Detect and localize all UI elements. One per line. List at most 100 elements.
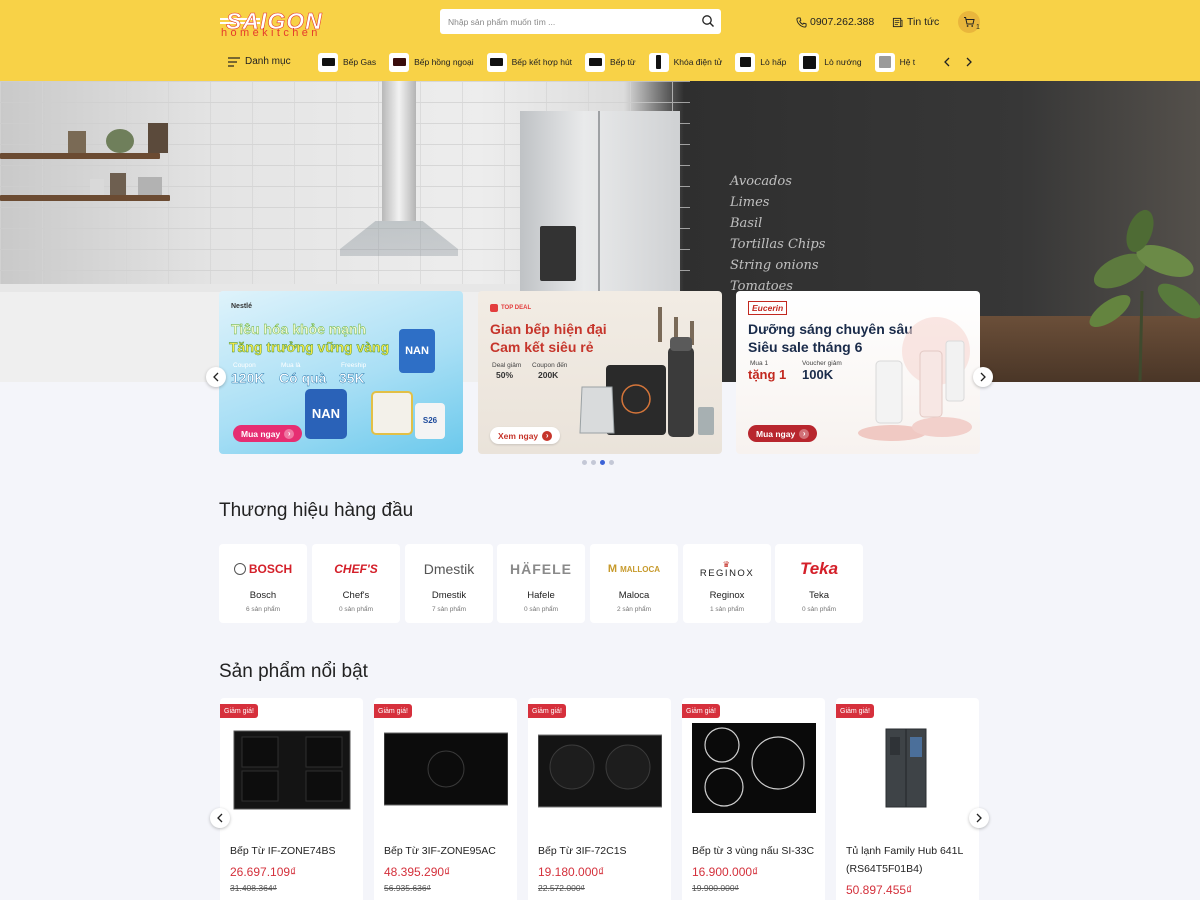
- category-list: Bếp Gas Bếp hồng ngoại Bếp kết hợp hút B…: [318, 52, 926, 72]
- product-image: [538, 734, 662, 808]
- brand-card-teka[interactable]: Teka Teka 0 sản phẩm: [775, 544, 863, 623]
- sale-badge: Giảm giá!: [528, 704, 566, 718]
- search-box: [440, 9, 721, 34]
- promo-card-nestle[interactable]: Nestlé Tiêu hóa khỏe mạnh Tăng trưởng vữ…: [219, 291, 463, 454]
- chevron-left-icon: [217, 813, 223, 823]
- category-item-bep-gas[interactable]: Bếp Gas: [318, 52, 376, 72]
- product-can-image: [371, 391, 413, 435]
- brand-name: Hafele: [527, 590, 555, 601]
- offer-value: 200K: [538, 370, 559, 380]
- product-image: [384, 732, 508, 806]
- product-card[interactable]: Giảm giá! Tủ lạnh Family Hub 641L (RS64T…: [836, 698, 979, 900]
- product-name[interactable]: Tủ lạnh Family Hub 641L (RS64T5F01B4): [846, 842, 976, 878]
- shop-now-button[interactable]: Mua ngay ›: [233, 425, 303, 442]
- brand-product-count: 0 sản phẩm: [339, 606, 373, 613]
- product-name[interactable]: Bếp từ 3 vùng nấu SI-33C: [692, 842, 822, 860]
- promo-title: Tiêu hóa khỏe mạnh: [231, 321, 367, 337]
- chefs-logo: CHEF'S: [334, 562, 378, 576]
- banner-next-button[interactable]: [973, 367, 993, 387]
- menu-icon: [228, 56, 240, 67]
- category-label: Bếp Gas: [343, 57, 377, 67]
- product-card[interactable]: Giảm giá! Bếp Từ 3IF-72C1S 19.180.000₫ 2…: [528, 698, 671, 900]
- category-menu-button[interactable]: Danh mục: [228, 56, 291, 67]
- pagination-dot[interactable]: [591, 460, 596, 465]
- category-item-lo-hap[interactable]: Lò hấp: [735, 52, 786, 72]
- product-card[interactable]: Giảm giá! Bếp Từ 3IF-ZONE95AC 48.395.290…: [374, 698, 517, 900]
- chevron-right-icon: [976, 813, 982, 823]
- promo-card-eucerin[interactable]: Eucerin Dưỡng sáng chuyên sâu Siêu sale …: [736, 291, 980, 454]
- hotline-link[interactable]: 0907.262.388: [796, 15, 874, 29]
- category-item-khoa-dien-tu[interactable]: Khóa điện tử: [648, 52, 723, 72]
- category-item-lo-nuong[interactable]: Lò nướng: [799, 52, 862, 72]
- brand-card-reginox[interactable]: ♛ REGINOX Reginox 1 sản phẩm: [683, 544, 771, 623]
- brand-product-count: 0 sản phẩm: [524, 606, 558, 613]
- brand-name: Dmestik: [431, 590, 467, 601]
- category-item-he-t[interactable]: Hệ t: [874, 52, 915, 72]
- product-image: [233, 730, 351, 810]
- product-can-image: NAN: [399, 329, 435, 373]
- brand-card-bosch[interactable]: BOSCH Bosch 6 sản phẩm: [219, 544, 307, 623]
- product-price: 48.395.290₫: [384, 865, 451, 879]
- category-item-bep-tu[interactable]: Bếp từ: [585, 52, 636, 72]
- products-prev-button[interactable]: [210, 808, 230, 828]
- product-old-price: 56.935.636₫: [384, 883, 431, 893]
- offer-label: Voucher giảm: [802, 360, 842, 367]
- pagination-dot-active[interactable]: [600, 460, 605, 465]
- cart-icon: [964, 17, 975, 27]
- infrared-stove-icon: [389, 52, 410, 72]
- maloca-logo: M MALLOCA: [590, 559, 678, 579]
- product-old-price: 31.408.364₫: [230, 883, 277, 893]
- system-icon: [874, 52, 895, 72]
- category-item-bep-ket-hop-hut[interactable]: Bếp kết hợp hút: [486, 52, 572, 72]
- news-link[interactable]: Tin tức: [892, 15, 939, 29]
- shop-now-button[interactable]: Mua ngay ›: [748, 425, 818, 442]
- banner-prev-button[interactable]: [206, 367, 226, 387]
- category-next-button[interactable]: [963, 56, 975, 68]
- product-name[interactable]: Bếp Từ 3IF-72C1S: [538, 842, 668, 860]
- pagination-dot[interactable]: [582, 460, 587, 465]
- product-card[interactable]: Giảm giá! Bếp Từ IF-ZONE74BS 26.697.109₫…: [220, 698, 363, 900]
- category-prev-button[interactable]: [941, 56, 953, 68]
- offer-value: 50%: [496, 370, 514, 380]
- brand-product-count: 6 sản phẩm: [246, 606, 280, 613]
- brand-card-dmestik[interactable]: Dmestik Dmestik 7 sản phẩm: [405, 544, 493, 623]
- offer-label: Coupon: [233, 362, 256, 369]
- tag-icon: [490, 304, 498, 312]
- bosch-emblem-icon: [233, 563, 246, 575]
- brand-logo-text: MALLOCA: [620, 564, 661, 574]
- chevron-left-icon: [213, 372, 219, 382]
- site-logo[interactable]: SAIGON homekitchen: [220, 8, 350, 39]
- hotline-number: 0907.262.388: [810, 16, 875, 28]
- product-name[interactable]: Bếp Từ IF-ZONE74BS: [230, 842, 360, 860]
- brand-name: Maloca: [618, 590, 650, 601]
- brand-card-hafele[interactable]: HÄFELE Hafele 0 sản phẩm: [497, 544, 585, 623]
- product-old-price: 22.572.000₫: [538, 883, 585, 893]
- search-input[interactable]: [448, 15, 688, 28]
- news-icon: [892, 17, 903, 27]
- chalkboard-line: Limes: [730, 195, 770, 210]
- pagination-dot[interactable]: [609, 460, 614, 465]
- offer-label: Mua 1: [750, 360, 769, 367]
- category-label: Lò hấp: [760, 57, 787, 67]
- product-card[interactable]: Giảm giá! Bếp từ 3 vùng nấu SI-33C 16.90…: [682, 698, 825, 900]
- view-now-button[interactable]: Xem ngay ›: [490, 427, 561, 444]
- products-next-button[interactable]: [969, 808, 989, 828]
- chalkboard-line: Avocados: [730, 174, 792, 189]
- search-icon[interactable]: [701, 14, 715, 28]
- category-label: Khóa điện tử: [673, 57, 723, 67]
- promo-card-kitchen[interactable]: TOP DEAL Gian bếp hiện đại Cam kết siêu …: [478, 291, 722, 454]
- product-name[interactable]: Bếp Từ 3IF-ZONE95AC: [384, 842, 514, 860]
- product-old-price: 19.900.000₫: [692, 883, 739, 893]
- brand-card-chefs[interactable]: CHEF'S Chef's 0 sản phẩm: [312, 544, 400, 623]
- news-label: Tin tức: [907, 16, 940, 28]
- chevron-right-icon: ›: [284, 428, 295, 439]
- gas-stove-icon: [318, 52, 338, 72]
- product-can-image: NAN: [305, 389, 347, 439]
- category-item-bep-hong-ngoai[interactable]: Bếp hồng ngoại: [389, 52, 474, 72]
- phone-icon: [796, 16, 807, 28]
- cta-label: Mua ngay: [241, 428, 281, 439]
- cta-label: Mua ngay: [756, 428, 796, 439]
- teka-logo: Teka: [799, 559, 839, 578]
- product-price: 50.897.455₫: [846, 883, 913, 897]
- brand-card-maloca[interactable]: M MALLOCA Maloca 2 sản phẩm: [590, 544, 678, 623]
